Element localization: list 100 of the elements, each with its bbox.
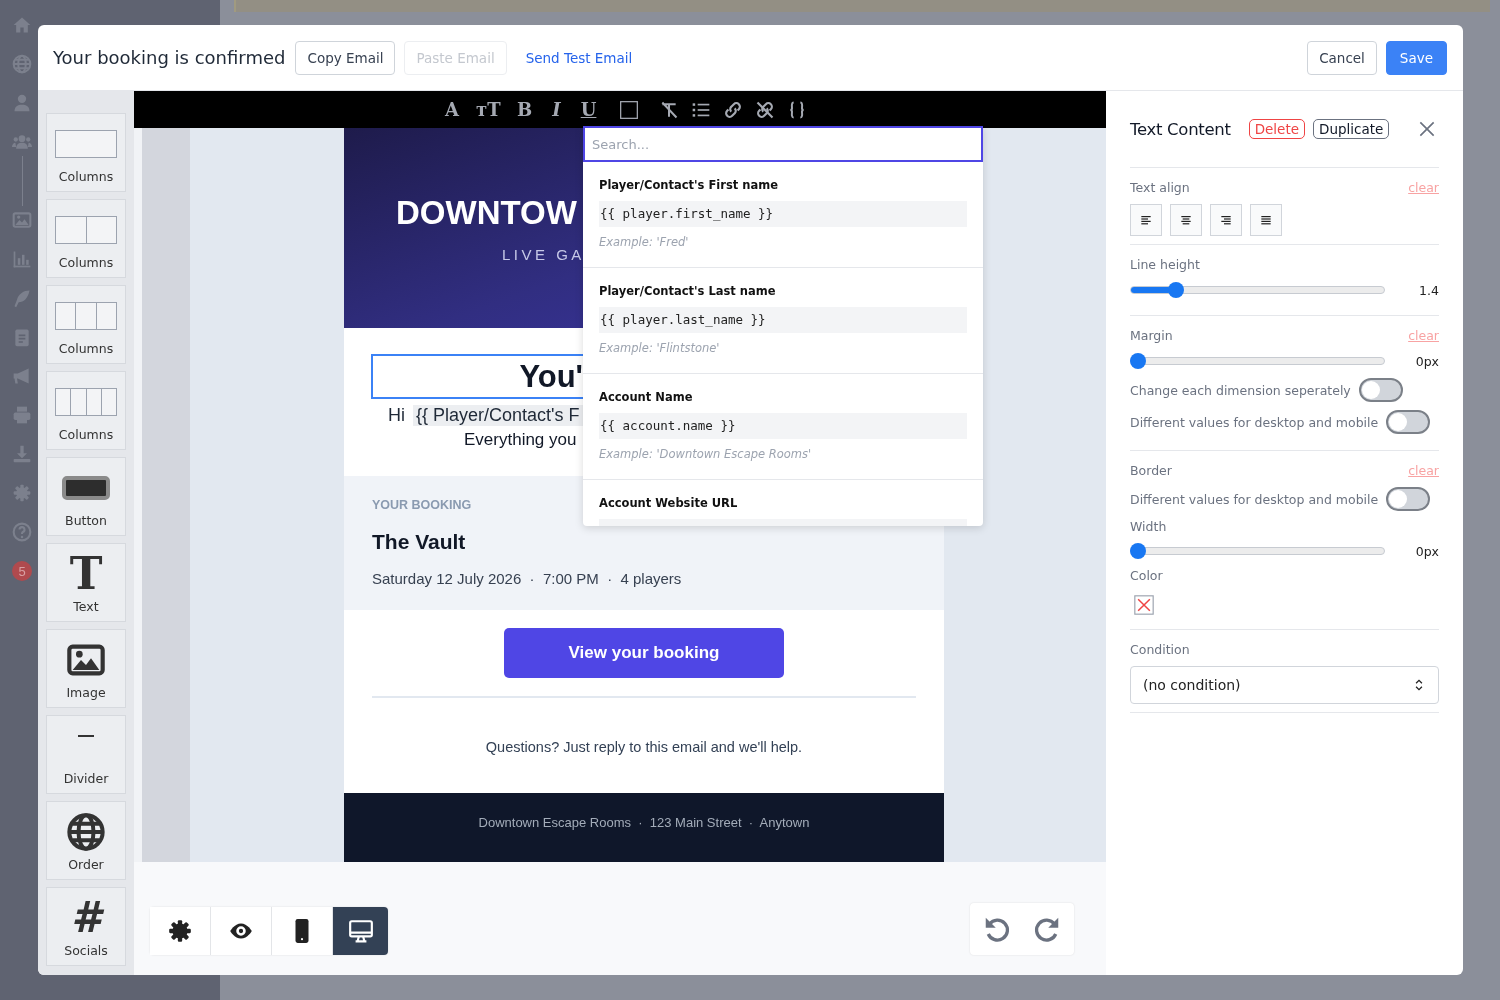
block-tile[interactable]: Columns	[46, 285, 126, 364]
greeting-text: Hi	[388, 405, 405, 426]
bold-button[interactable]: B	[514, 97, 535, 122]
font-size-button[interactable]: ᴛT	[474, 97, 503, 122]
slider-thumb[interactable]	[1130, 353, 1146, 369]
align-right-button[interactable]	[1210, 204, 1242, 236]
block-tile[interactable]: Divider	[46, 715, 126, 794]
notification-badge: 5	[12, 561, 32, 581]
merge-tag-option[interactable]: Player/Contact's Last name {{ player.last_name }} Example: 'Flintstone'	[583, 268, 983, 374]
desktop-icon	[347, 918, 374, 944]
section-label: YOUR BOOKING	[372, 498, 472, 512]
section-label: Text align	[1130, 179, 1190, 195]
desktop-button[interactable]	[332, 907, 388, 955]
duplicate-button[interactable]: Duplicate	[1313, 119, 1390, 139]
merge-tag-code: {{ player.last_name }}	[599, 307, 967, 333]
toggle-switch[interactable]	[1386, 487, 1431, 511]
unlink-icon[interactable]	[754, 99, 775, 120]
underline-button[interactable]: U	[578, 97, 599, 122]
toggle-label: Change each dimension seperately	[1130, 382, 1351, 398]
merge-tag-option[interactable]: Account Name {{ account.name }} Example: 'Downtown Escape Rooms'	[583, 374, 983, 480]
room-name: The Vault	[372, 530, 467, 554]
field-label: Color	[1130, 568, 1164, 583]
divider-icon	[78, 735, 94, 737]
clipboard-icon[interactable]	[12, 327, 32, 347]
slider[interactable]	[1130, 282, 1385, 298]
help-note: Questions? Just reply to this email and we'll help.	[484, 739, 804, 757]
tile-label: Socials	[64, 943, 108, 958]
slider-value: 0px	[1414, 543, 1439, 559]
mobile-button[interactable]	[271, 907, 332, 955]
toggle-switch[interactable]	[1358, 378, 1403, 402]
tile-label: Divider	[63, 771, 109, 786]
merge-tag-code: {{ player.first_name }}	[599, 201, 967, 227]
block-tile[interactable]: Columns	[46, 199, 126, 278]
tile-label: Columns	[58, 341, 114, 356]
toggle-label: Different values for desktop and mobile	[1130, 491, 1379, 507]
merge-tag-code: {{ account.name }}	[599, 413, 967, 439]
slider[interactable]	[1130, 353, 1385, 369]
align-left-button[interactable]	[1130, 204, 1162, 236]
brand-title: DOWNTOW	[396, 194, 577, 232]
section-label: Border	[1130, 462, 1172, 478]
columns-icon	[55, 130, 117, 158]
columns-icon	[55, 216, 117, 244]
block-tile[interactable]: Columns	[46, 113, 126, 192]
font-button[interactable]: A	[442, 97, 462, 122]
slider-thumb[interactable]	[1130, 543, 1146, 559]
italic-button[interactable]: I	[546, 97, 567, 122]
block-tile[interactable]: Image	[46, 629, 126, 708]
tile-label: Columns	[58, 427, 114, 442]
block-tile[interactable]: Columns	[46, 371, 126, 450]
tile-label: Text	[73, 599, 99, 614]
columns-icon	[55, 388, 117, 416]
slider[interactable]	[1130, 543, 1385, 559]
settings-icon	[167, 918, 193, 944]
tile-label: Image	[66, 685, 106, 700]
align-center-button[interactable]	[1170, 204, 1202, 236]
glyph-icon: T	[69, 552, 103, 596]
brand-tagline: LIVE GA	[502, 246, 585, 263]
example-text: Example: 'Downtown Escape Rooms'	[599, 447, 813, 461]
align-justify-button[interactable]	[1250, 204, 1282, 236]
example-text: Example: 'Fred'	[599, 235, 690, 249]
section-label: Line height	[1130, 256, 1200, 272]
send-test-link[interactable]: Send Test Email	[515, 40, 643, 75]
delete-button[interactable]: Delete	[1248, 119, 1305, 139]
block-tile[interactable]: T Text	[46, 543, 126, 622]
section-label: Condition	[1130, 641, 1190, 657]
block-tile[interactable]: Order	[46, 801, 126, 880]
block-tile[interactable]: Button	[46, 457, 126, 536]
field-label: Width	[1130, 519, 1168, 534]
slider-thumb[interactable]	[1168, 282, 1185, 298]
condition-select[interactable]: (no condition)	[1130, 666, 1439, 704]
settings-button[interactable]	[150, 907, 210, 955]
slider-value: 0px	[1414, 353, 1439, 369]
columns-icon	[55, 302, 117, 330]
tile-label: Columns	[58, 169, 114, 184]
save-button[interactable]: Save	[1385, 40, 1447, 75]
merge-tag-option[interactable]: Account Website URL	[583, 480, 983, 526]
toggle-switch[interactable]	[1386, 410, 1431, 434]
no-color-swatch[interactable]	[1134, 595, 1154, 615]
option-title: Player/Contact's Last name	[599, 284, 777, 298]
merge-tag-chip: {{ Player/Contact's F	[413, 405, 583, 426]
section-label: Margin	[1130, 327, 1173, 343]
preview-button[interactable]	[210, 907, 271, 955]
button-icon	[62, 476, 110, 500]
slider-value: 1.4	[1418, 282, 1439, 298]
intro-text: Everything you	[464, 430, 577, 450]
booking-details: Saturday 12 July 2026 · 7:00 PM · 4 players	[372, 570, 683, 587]
view-booking-button[interactable]: View your booking	[504, 628, 784, 678]
link-icon[interactable]	[722, 99, 743, 120]
tile-label: Order	[68, 857, 104, 872]
cancel-button[interactable]: Cancel	[1307, 40, 1377, 75]
color-swatch[interactable]	[618, 99, 639, 120]
globe-icon	[66, 812, 106, 852]
email-title: Your booking is confirmed	[53, 47, 286, 68]
block-tile[interactable]: # Socials	[46, 887, 126, 966]
merge-tag-option[interactable]: Player/Contact's First name {{ player.first_name }} Example: 'Fred'	[583, 162, 983, 268]
search-field[interactable]: Search...	[583, 126, 983, 162]
tile-label: Button	[65, 513, 107, 528]
panel-title: Text Content	[1130, 119, 1231, 139]
close-icon[interactable]	[1417, 119, 1437, 139]
header-button[interactable]: Copy Email	[295, 40, 396, 75]
